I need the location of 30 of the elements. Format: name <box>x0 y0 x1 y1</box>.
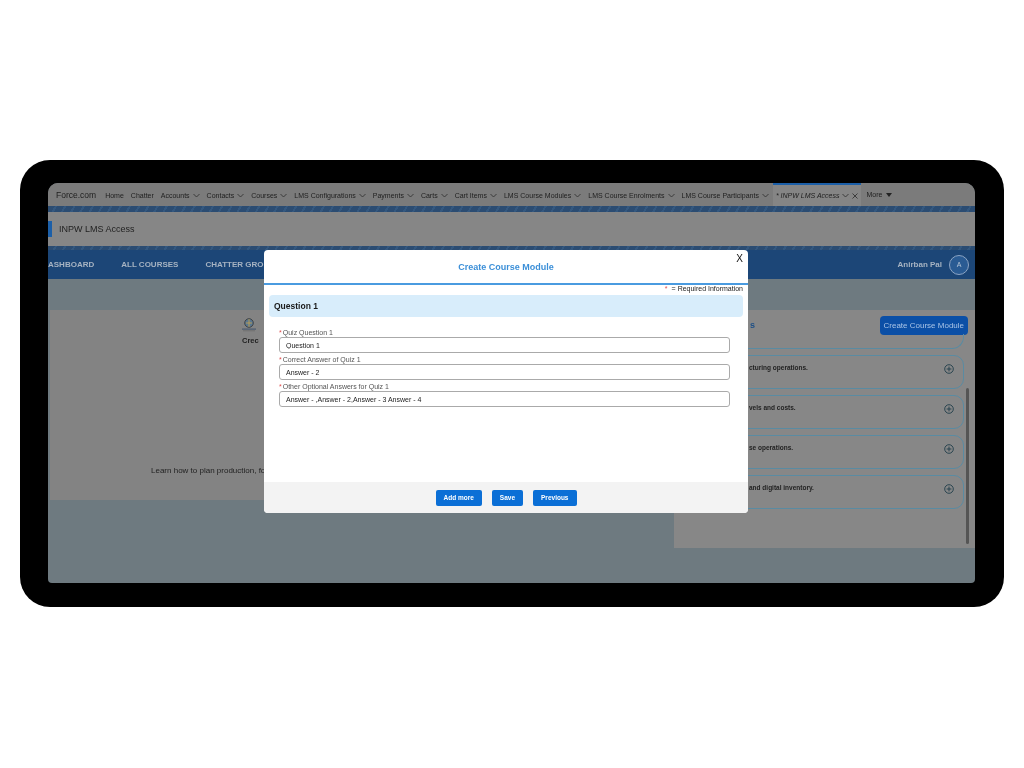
chevron-icon[interactable] <box>406 193 414 198</box>
plus-circle-icon[interactable] <box>944 484 954 494</box>
create-module-button[interactable]: Create Course Module <box>879 315 968 335</box>
chevron-icon[interactable] <box>574 193 582 198</box>
site-nav-link[interactable]: ALL COURSES <box>121 260 179 269</box>
caret-icon <box>886 192 893 197</box>
scrollbar-thumb[interactable] <box>966 388 969 544</box>
site-nav-link[interactable]: ASHBOARD <box>48 260 95 269</box>
chevron-icon[interactable] <box>192 193 200 198</box>
logo-icon <box>241 318 257 332</box>
close-button[interactable]: X <box>736 253 743 264</box>
chevron-icon[interactable] <box>440 193 448 198</box>
site-nav-link[interactable]: CHATTER GRO <box>205 260 264 269</box>
plus-circle-icon[interactable] <box>944 364 954 374</box>
close-icon[interactable] <box>852 192 859 199</box>
chevron-icon[interactable] <box>280 193 288 198</box>
chevron-icon[interactable] <box>842 193 850 198</box>
panel-heading: s <box>750 320 755 330</box>
page-title: INPW LMS Access <box>59 224 135 234</box>
chevron-icon[interactable] <box>358 193 366 198</box>
plus-circle-icon[interactable] <box>944 404 954 414</box>
chevron-icon[interactable] <box>667 193 675 198</box>
chevron-icon[interactable] <box>237 193 245 198</box>
modal-title: Create Course Module <box>458 261 554 272</box>
plus-circle-icon[interactable] <box>944 444 954 454</box>
app-name: Force.com <box>56 189 97 200</box>
section-title: Question 1 <box>274 301 318 311</box>
user-name[interactable]: Anirban Pal <box>897 260 942 269</box>
chevron-icon[interactable] <box>489 193 497 198</box>
chevron-icon[interactable] <box>761 193 769 198</box>
